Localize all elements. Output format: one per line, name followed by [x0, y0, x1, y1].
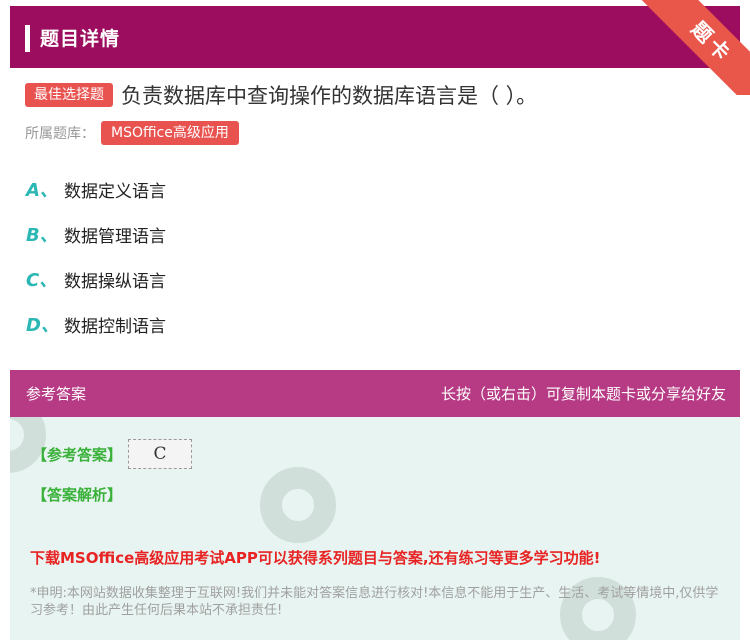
option-c[interactable]: C、 数据操纵语言 [26, 266, 166, 292]
page-title: 题目详情 [40, 28, 121, 50]
option-text: 数据管理语言 [64, 226, 166, 247]
share-hint: 长按（或右击）可复制本题卡或分享给好友 [440, 385, 726, 403]
question-card-ribbon[interactable]: 题卡 [641, 0, 750, 95]
watermark-logo-icon [260, 467, 336, 543]
option-letter: C、 [26, 270, 58, 291]
question-bank-line: 所属题库： MSOffice高级应用 [25, 121, 239, 145]
option-d[interactable]: D、 数据控制语言 [26, 311, 166, 337]
bank-tag[interactable]: MSOffice高级应用 [101, 121, 239, 145]
question-line: 最佳选择题 负责数据库中查询操作的数据库语言是（ ）。 [25, 80, 537, 110]
reference-answer-line: 【参考答案】 C [32, 439, 193, 469]
question-type-tag: 最佳选择题 [25, 83, 113, 107]
option-b[interactable]: B、 数据管理语言 [26, 221, 166, 247]
option-letter: A、 [26, 180, 58, 201]
answer-panel-title: 参考答案 [26, 385, 87, 403]
answer-panel-header: 参考答案 长按（或右击）可复制本题卡或分享给好友 [10, 370, 740, 417]
answer-panel-body: 【参考答案】 C 【答案解析】 下载MSOffice高级应用考试APP可以获得系… [10, 417, 740, 640]
option-text: 数据控制语言 [64, 316, 166, 337]
answer-image: C [128, 439, 193, 469]
option-letter: B、 [26, 225, 58, 246]
title-accent-bar [25, 25, 30, 52]
ribbon-corner: 题卡 [640, 0, 750, 95]
bank-label: 所属题库： [25, 126, 95, 142]
app-download-promo[interactable]: 下载MSOffice高级应用考试APP可以获得系列题目与答案,还有练习等更多学习… [30, 547, 600, 568]
option-a[interactable]: A、 数据定义语言 [26, 176, 166, 202]
question-text: 负责数据库中查询操作的数据库语言是（ ）。 [121, 84, 538, 108]
option-text: 数据操纵语言 [64, 271, 166, 292]
analysis-label: 【答案解析】 [32, 486, 123, 504]
reference-answer-label: 【参考答案】 [32, 445, 123, 464]
header-bar: 题目详情 [10, 6, 740, 68]
option-text: 数据定义语言 [64, 181, 166, 202]
disclaimer-text: *申明:本网站数据收集整理于互联网!我们并未能对答案信息进行核对!本信息不能用于… [30, 586, 719, 618]
option-letter: D、 [26, 315, 59, 336]
